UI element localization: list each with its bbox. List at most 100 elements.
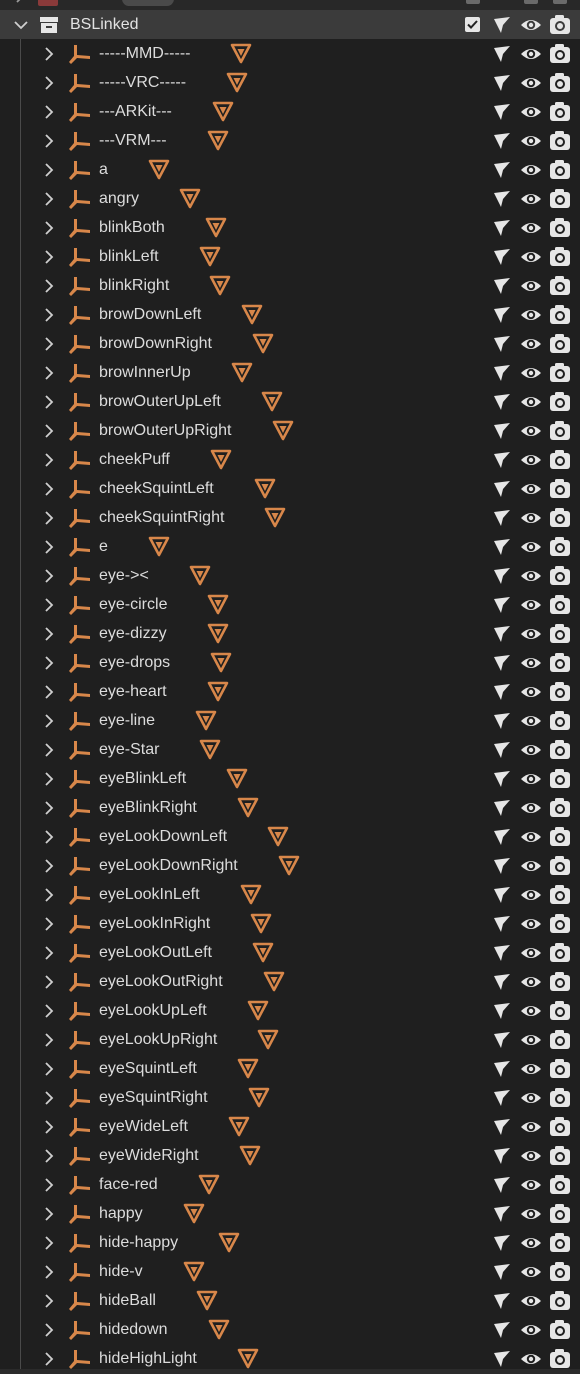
- shape-key-triangle-icon[interactable]: [207, 593, 229, 615]
- eye-icon[interactable]: [520, 856, 542, 876]
- tree-row[interactable]: eyeLookInLeft: [0, 880, 580, 909]
- eye-icon[interactable]: [520, 798, 542, 818]
- camera-icon[interactable]: [549, 362, 571, 383]
- shape-key-triangle-icon[interactable]: [237, 1057, 259, 1079]
- select-cursor-icon[interactable]: [492, 1001, 512, 1021]
- eye-icon[interactable]: [520, 537, 542, 557]
- select-cursor-icon[interactable]: [492, 653, 512, 673]
- tree-row[interactable]: eyeSquintLeft: [0, 1054, 580, 1083]
- shape-key-triangle-icon[interactable]: [196, 1289, 218, 1311]
- shape-key-triangle-icon[interactable]: [198, 1173, 220, 1195]
- chevron-right-icon[interactable]: [44, 482, 54, 496]
- select-cursor-icon[interactable]: [492, 334, 512, 354]
- tree-row[interactable]: blinkLeft: [0, 242, 580, 271]
- shape-key-triangle-icon[interactable]: [247, 999, 269, 1021]
- camera-icon[interactable]: [549, 942, 571, 963]
- tree-row[interactable]: browInnerUp: [0, 358, 580, 387]
- tree-row[interactable]: blinkBoth: [0, 213, 580, 242]
- select-cursor-icon[interactable]: [492, 1117, 512, 1137]
- tree-row[interactable]: browOuterUpLeft: [0, 387, 580, 416]
- camera-icon[interactable]: [549, 797, 571, 818]
- select-cursor-icon[interactable]: [492, 1146, 512, 1166]
- tree-row[interactable]: cheekSquintRight: [0, 503, 580, 532]
- eye-icon[interactable]: [520, 305, 542, 325]
- eye-icon[interactable]: [520, 15, 542, 35]
- eye-icon[interactable]: [520, 392, 542, 412]
- shape-key-triangle-icon[interactable]: [195, 709, 217, 731]
- tree-row[interactable]: eye-Star: [0, 735, 580, 764]
- shape-key-triangle-icon[interactable]: [230, 42, 252, 64]
- camera-icon[interactable]: [549, 1087, 571, 1108]
- tree-row[interactable]: eye-><: [0, 561, 580, 590]
- tree-row[interactable]: hide-v: [0, 1257, 580, 1286]
- chevron-right-icon[interactable]: [44, 192, 54, 206]
- eye-icon[interactable]: [520, 479, 542, 499]
- tree-row[interactable]: eyeLookUpRight: [0, 1025, 580, 1054]
- chevron-right-icon[interactable]: [44, 714, 54, 728]
- shape-key-triangle-icon[interactable]: [226, 71, 248, 93]
- shape-key-triangle-icon[interactable]: [254, 477, 276, 499]
- select-cursor-icon[interactable]: [492, 508, 512, 528]
- shape-key-triangle-icon[interactable]: [261, 390, 283, 412]
- checkbox-icon[interactable]: [466, 0, 480, 4]
- eye-icon[interactable]: [520, 218, 542, 238]
- chevron-right-icon[interactable]: [44, 453, 54, 467]
- shape-key-triangle-icon[interactable]: [210, 448, 232, 470]
- chevron-right-icon[interactable]: [44, 1033, 54, 1047]
- select-cursor-icon[interactable]: [492, 450, 512, 470]
- chevron-right-icon[interactable]: [44, 424, 54, 438]
- tree-row[interactable]: happy: [0, 1199, 580, 1228]
- eye-icon[interactable]: [520, 885, 542, 905]
- shape-key-triangle-icon[interactable]: [237, 1347, 259, 1369]
- shape-key-triangle-icon[interactable]: [199, 245, 221, 267]
- chevron-right-icon[interactable]: [44, 1236, 54, 1250]
- shape-key-triangle-icon[interactable]: [263, 970, 285, 992]
- chevron-right-icon[interactable]: [44, 337, 54, 351]
- chevron-right-icon[interactable]: [44, 569, 54, 583]
- chevron-right-icon[interactable]: [44, 801, 54, 815]
- tree-row[interactable]: eyeLookInRight: [0, 909, 580, 938]
- shape-key-triangle-icon[interactable]: [205, 216, 227, 238]
- tree-row[interactable]: hidedown: [0, 1315, 580, 1344]
- chevron-right-icon[interactable]: [44, 1294, 54, 1308]
- select-cursor-icon[interactable]: [492, 1204, 512, 1224]
- camera-icon[interactable]: [549, 913, 571, 934]
- camera-icon[interactable]: [549, 710, 571, 731]
- camera-icon[interactable]: [549, 478, 571, 499]
- eye-icon[interactable]: [520, 566, 542, 586]
- tree-row[interactable]: eyeWideLeft: [0, 1112, 580, 1141]
- camera-icon[interactable]: [549, 1348, 571, 1369]
- tree-row[interactable]: eye-drops: [0, 648, 580, 677]
- camera-icon[interactable]: [549, 739, 571, 760]
- shape-key-triangle-icon[interactable]: [212, 100, 234, 122]
- chevron-right-icon[interactable]: [44, 888, 54, 902]
- select-cursor-icon[interactable]: [492, 131, 512, 151]
- chevron-right-icon[interactable]: [44, 772, 54, 786]
- shape-key-triangle-icon[interactable]: [239, 1144, 261, 1166]
- camera-icon[interactable]: [549, 1029, 571, 1050]
- shape-key-triangle-icon[interactable]: [207, 680, 229, 702]
- camera-icon[interactable]: [549, 1290, 571, 1311]
- chevron-right-icon[interactable]: [44, 685, 54, 699]
- shape-key-triangle-icon[interactable]: [218, 1231, 240, 1253]
- select-cursor-icon[interactable]: [492, 595, 512, 615]
- camera-icon[interactable]: [549, 507, 571, 528]
- chevron-right-icon[interactable]: [44, 540, 54, 554]
- eye-icon[interactable]: [520, 1117, 542, 1137]
- camera-icon[interactable]: [549, 130, 571, 151]
- select-cursor-icon[interactable]: [492, 276, 512, 296]
- shape-key-triangle-icon[interactable]: [183, 1202, 205, 1224]
- shape-key-triangle-icon[interactable]: [272, 419, 294, 441]
- tree-row[interactable]: -----MMD-----: [0, 39, 580, 68]
- tree-row[interactable]: browOuterUpRight: [0, 416, 580, 445]
- camera-icon[interactable]: [549, 855, 571, 876]
- select-cursor-icon[interactable]: [492, 740, 512, 760]
- camera-icon[interactable]: [549, 565, 571, 586]
- tree-row[interactable]: eyeLookOutRight: [0, 967, 580, 996]
- tree-row[interactable]: hide-happy: [0, 1228, 580, 1257]
- eye-icon[interactable]: [520, 827, 542, 847]
- select-cursor-icon[interactable]: [492, 218, 512, 238]
- camera-icon[interactable]: [549, 72, 571, 93]
- camera-icon[interactable]: [549, 652, 571, 673]
- select-cursor-icon[interactable]: [492, 798, 512, 818]
